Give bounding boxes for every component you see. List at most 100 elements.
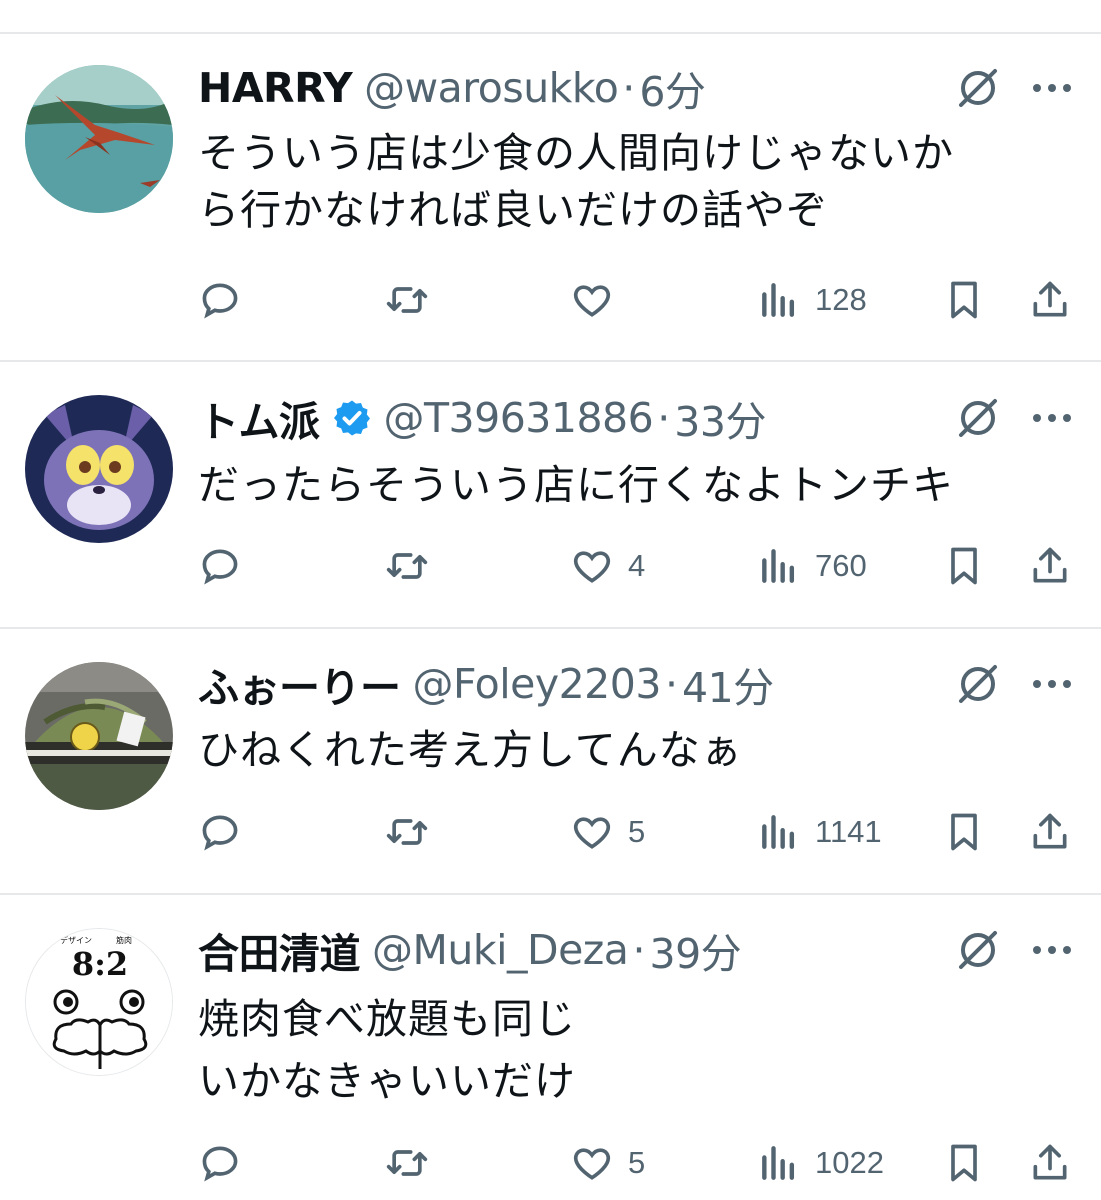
timestamp[interactable]: 41分 [682, 654, 774, 714]
like-count: 4 [628, 548, 646, 583]
reply-button[interactable] [198, 802, 242, 862]
views-icon [762, 1146, 795, 1180]
more-options-icon[interactable] [1030, 677, 1074, 691]
tweet-actions: 4 760 [0, 536, 1101, 596]
tweet-header: トム派 @T39631886 · 33分 [198, 388, 766, 448]
avatar-label-right: 筋肉 [116, 935, 132, 945]
retweet-icon [386, 819, 428, 845]
tweet-text: 焼肉食べ放題も同じ いかなきゃいいだけ [198, 995, 576, 1105]
display-name[interactable]: ふぉーりー [198, 654, 401, 714]
separator-dot: · [664, 660, 678, 708]
separator-dot: · [632, 926, 646, 974]
tweet-divider [0, 360, 1101, 362]
share-icon [1033, 813, 1067, 849]
view-count: 760 [815, 548, 867, 583]
like-button[interactable]: 5 [570, 1133, 645, 1193]
heart-icon [573, 285, 611, 317]
bookmark-icon [951, 1144, 977, 1182]
tweet-header: HARRY @warosukko · 6分 [198, 58, 706, 118]
retweet-button[interactable] [385, 1133, 429, 1193]
avatar[interactable] [25, 65, 173, 213]
avatar[interactable]: デザイン 筋肉 8:2 [25, 928, 173, 1076]
avatar[interactable] [25, 395, 173, 543]
reply-icon [202, 1146, 238, 1182]
tweet-text: そういう店は少食の人間向けじゃないか ら行かなければ良いだけの話やぞ [198, 129, 954, 234]
bookmark-button[interactable] [942, 536, 986, 596]
top-divider [0, 32, 1101, 34]
tweet-divider [0, 893, 1101, 895]
tweet-divider [0, 627, 1101, 629]
retweet-button[interactable] [385, 270, 429, 330]
grok-icon[interactable] [955, 927, 1001, 973]
verified-badge-icon [333, 400, 370, 436]
heart-icon [573, 1148, 611, 1180]
reply-button[interactable] [198, 1133, 242, 1193]
username[interactable]: @Foley2203 [413, 660, 662, 708]
views-icon [762, 549, 795, 583]
grok-icon[interactable] [955, 661, 1001, 707]
username[interactable]: @warosukko [364, 64, 619, 112]
retweet-button[interactable] [385, 536, 429, 596]
bookmark-button[interactable] [942, 270, 986, 330]
reply-button[interactable] [198, 536, 242, 596]
grok-icon[interactable] [955, 65, 1001, 111]
bookmark-button[interactable] [942, 1133, 986, 1193]
more-options-icon[interactable] [1030, 411, 1074, 425]
heart-icon [573, 551, 611, 583]
view-count: 128 [815, 282, 867, 317]
username[interactable]: @T39631886 [384, 394, 654, 442]
share-button[interactable] [1028, 536, 1072, 596]
tweet-actions: 128 [0, 270, 1101, 330]
views-icon [762, 815, 795, 849]
retweet-icon [386, 553, 428, 579]
tweet-header: ふぉーりー @Foley2203 · 41分 [198, 654, 774, 714]
retweet-icon [386, 1150, 428, 1176]
views-button[interactable]: 128 [757, 270, 867, 330]
like-button[interactable]: 5 [570, 802, 645, 862]
avatar[interactable] [25, 662, 173, 810]
reply-icon [202, 283, 238, 319]
tweet-actions: 5 1022 [0, 1133, 1101, 1193]
view-count: 1022 [815, 1145, 884, 1180]
view-count: 1141 [815, 814, 882, 849]
more-options-icon[interactable] [1030, 943, 1074, 957]
separator-dot: · [622, 64, 636, 112]
reply-button[interactable] [198, 270, 242, 330]
share-icon [1033, 1144, 1067, 1180]
heart-icon [573, 817, 611, 849]
display-name[interactable]: 合田清道 [198, 920, 361, 980]
avatar-label-left: デザイン [60, 935, 92, 945]
views-icon [762, 283, 795, 317]
display-name[interactable]: HARRY [198, 64, 353, 112]
like-count: 5 [628, 814, 646, 849]
share-icon [1033, 281, 1067, 317]
tweet-header: 合田清道 @Muki_Deza · 39分 [198, 920, 742, 980]
reply-icon [202, 549, 238, 585]
separator-dot: · [657, 394, 671, 442]
display-name[interactable]: トム派 [198, 388, 320, 448]
views-button[interactable]: 760 [757, 536, 867, 596]
bookmark-button[interactable] [942, 802, 986, 862]
tweet-actions: 5 1141 [0, 802, 1101, 862]
share-button[interactable] [1028, 802, 1072, 862]
timestamp[interactable]: 39分 [649, 920, 741, 980]
avatar-ratio: 8:2 [72, 945, 128, 983]
retweet-icon [386, 287, 428, 313]
more-options-icon[interactable] [1030, 81, 1074, 95]
like-button[interactable]: 4 [570, 536, 645, 596]
reply-icon [202, 815, 238, 851]
grok-icon[interactable] [955, 395, 1001, 441]
views-button[interactable]: 1022 [757, 1133, 884, 1193]
like-button[interactable] [570, 270, 628, 330]
username[interactable]: @Muki_Deza [372, 926, 629, 974]
like-count: 5 [628, 1145, 646, 1180]
bookmark-icon [951, 547, 977, 585]
share-button[interactable] [1028, 1133, 1072, 1193]
views-button[interactable]: 1141 [757, 802, 882, 862]
tweet-text: ひねくれた考え方してんなぁ [198, 726, 743, 774]
bookmark-icon [951, 813, 977, 851]
timestamp[interactable]: 33分 [674, 388, 766, 448]
timestamp[interactable]: 6分 [639, 58, 706, 118]
share-button[interactable] [1028, 270, 1072, 330]
retweet-button[interactable] [385, 802, 429, 862]
